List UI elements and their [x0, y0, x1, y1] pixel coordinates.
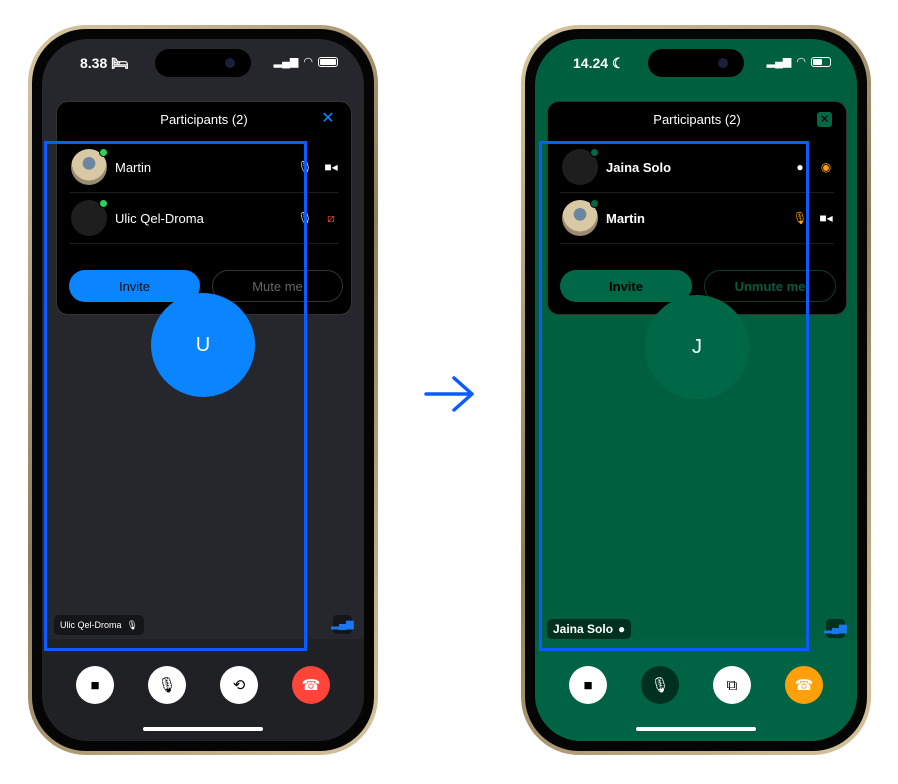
- dynamic-island: [648, 49, 744, 77]
- hang-up-button[interactable]: ☎: [292, 666, 330, 704]
- signal-icon: ▂▄▆: [273, 56, 299, 68]
- signal-icon: ▂▄▆: [766, 56, 792, 68]
- close-icon[interactable]: ✕: [817, 112, 832, 127]
- battery-icon: [811, 56, 831, 67]
- flip-camera-icon: ⧉: [726, 676, 738, 694]
- dynamic-island: [155, 49, 251, 77]
- wifi-icon: ◠: [303, 56, 313, 68]
- video-off-icon: ⧄: [327, 210, 335, 225]
- video-on-icon: ■◂: [324, 160, 338, 174]
- phone-hangup-icon: ☎: [794, 677, 814, 694]
- panel-title: Participants (2): [653, 112, 741, 127]
- connection-quality-icon: ▂▄▆: [824, 619, 847, 638]
- video-off-icon: ◉: [820, 160, 832, 174]
- status-icons: ▂▄▆ ◠: [767, 55, 831, 68]
- close-icon[interactable]: ✕: [319, 110, 337, 128]
- flip-camera-icon: ⟲: [232, 677, 246, 694]
- flip-camera-button[interactable]: ⟲: [220, 666, 258, 704]
- mic-toggle-button[interactable]: 🎙: [148, 666, 186, 704]
- battery-icon: [318, 56, 338, 67]
- status-time: 14.24 ☾: [573, 55, 625, 71]
- status-icons: ▂▄▆ ◠: [274, 55, 338, 68]
- mic-icon: 🎙: [157, 677, 177, 694]
- mic-muted-icon: 🎙: [650, 677, 670, 694]
- highlight-box: [539, 141, 809, 651]
- flip-camera-button[interactable]: ⧉: [713, 666, 751, 704]
- connection-quality-icon: ▂▄▆: [331, 615, 354, 634]
- status-time: 8.38 🛏: [80, 55, 129, 71]
- camera-toggle-button[interactable]: ■: [569, 666, 607, 704]
- home-indicator: [636, 727, 756, 731]
- mic-toggle-button[interactable]: 🎙: [641, 666, 679, 704]
- phone-hangup-icon: ☎: [301, 677, 321, 694]
- video-icon: ■: [90, 676, 100, 694]
- bed-icon: 🛏: [111, 55, 129, 71]
- wifi-icon: ◠: [796, 56, 806, 68]
- home-indicator: [143, 727, 263, 731]
- call-controls: ■ 🎙 ⟲ ☎: [42, 639, 364, 741]
- hang-up-button[interactable]: ☎: [785, 666, 823, 704]
- video-icon: ■: [583, 676, 593, 694]
- video-on-icon: ■◂: [819, 211, 833, 225]
- panel-title: Participants (2): [160, 112, 248, 127]
- camera-toggle-button[interactable]: ■: [76, 666, 114, 704]
- arrow-right-icon: [424, 376, 474, 412]
- highlight-box: [44, 141, 307, 651]
- call-controls: ■ 🎙 ⧉ ☎: [535, 639, 857, 741]
- moon-icon: ☾: [611, 55, 625, 71]
